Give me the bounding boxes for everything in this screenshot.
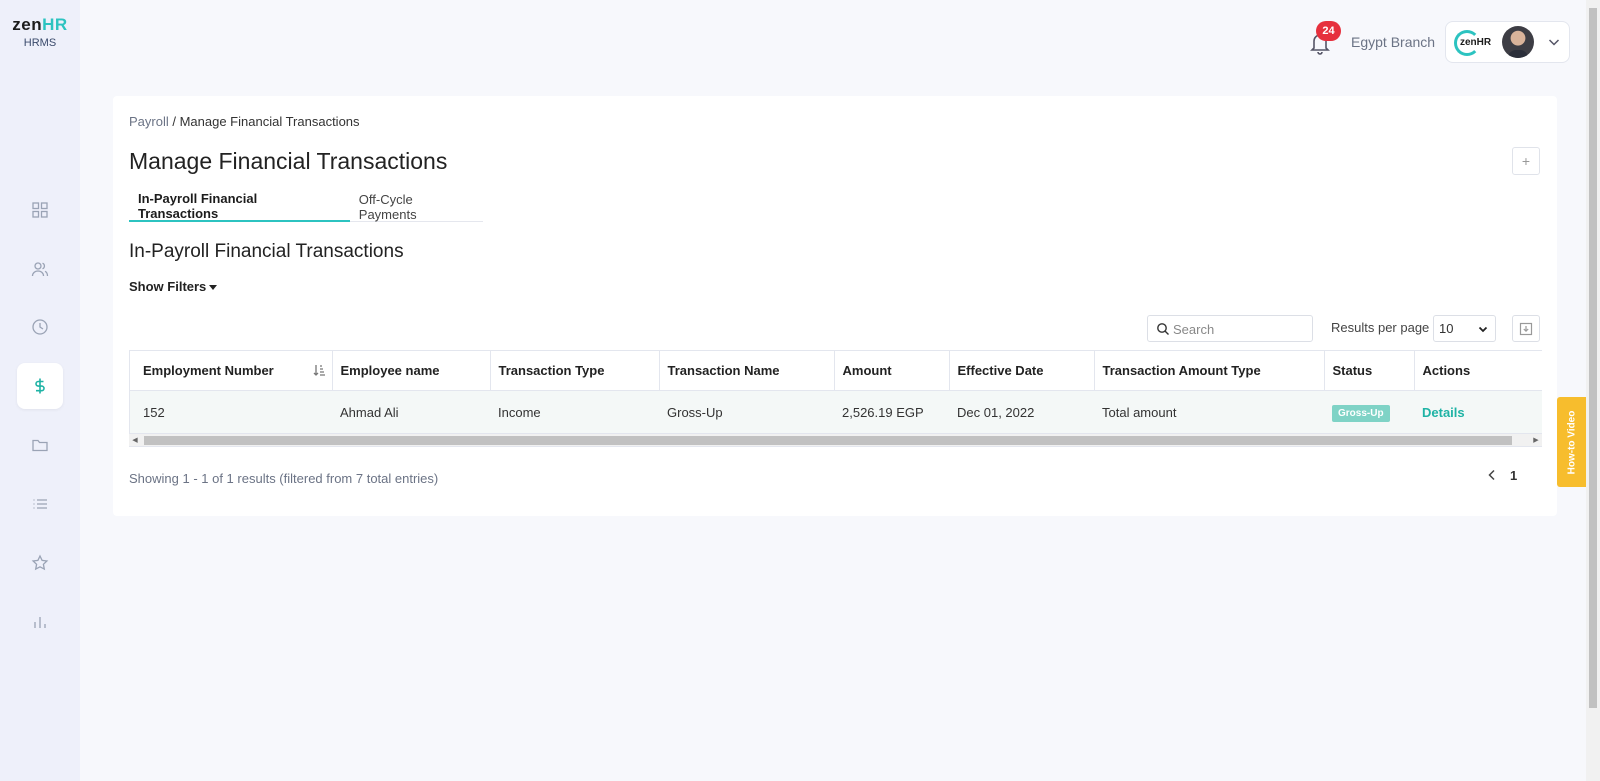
results-per-page-label: Results per page [1331,320,1430,335]
sidebar-item-documents[interactable] [17,422,63,468]
how-to-video-button[interactable]: How-to Video [1557,397,1586,487]
cell-employee-name: Ahmad Ali [332,390,490,435]
export-button[interactable] [1512,315,1540,342]
caret-down-icon [209,285,218,291]
add-transaction-button[interactable]: + [1512,147,1540,175]
tab-off-cycle[interactable]: Off-Cycle Payments [350,192,483,222]
sidebar: zenHR HRMS [0,0,80,781]
column-header[interactable]: Transaction Amount Type [1094,351,1325,391]
tab-in-payroll[interactable]: In-Payroll Financial Transactions [129,191,350,222]
dashboard-icon [32,202,48,218]
show-filters-toggle[interactable]: Show Filters [129,279,218,294]
sidebar-item-favorites[interactable] [17,540,63,586]
scrollbar-thumb[interactable] [1589,8,1597,708]
cell-transaction-type: Income [490,390,659,435]
star-icon [31,554,49,571]
breadcrumb: Payroll / Manage Financial Transactions [129,114,360,129]
dollar-icon [35,378,45,394]
column-header[interactable]: Effective Date [949,351,1095,391]
scroll-left-icon[interactable]: ◀ [131,436,139,445]
column-header[interactable]: Employee name [332,351,491,391]
results-per-page-select[interactable]: 10 [1433,315,1496,342]
sidebar-item-payroll[interactable] [17,363,63,409]
column-header[interactable]: Transaction Name [659,351,835,391]
sidebar-item-reports[interactable] [17,599,63,645]
table-header-row: Employment Number Employee name Transact… [130,351,1542,391]
chevron-left-icon[interactable] [1485,468,1499,482]
plus-icon: + [1521,153,1531,169]
scrollbar-thumb[interactable] [144,436,1512,445]
table-row: 152 Ahmad Ali Income Gross-Up 2,526.19 E… [130,390,1542,435]
sort-icon[interactable] [312,363,326,377]
search-field [1147,315,1313,342]
search-icon [1157,323,1169,335]
section-title: In-Payroll Financial Transactions [129,241,404,262]
scroll-right-icon[interactable]: ▶ [1532,436,1540,445]
clock-icon [32,319,48,335]
search-input[interactable] [1173,319,1308,339]
results-per-page-value: 10 [1439,321,1454,336]
column-header[interactable]: Employment Number [130,351,333,391]
page-title: Manage Financial Transactions [129,148,448,174]
vertical-scrollbar[interactable] [1586,0,1600,781]
download-icon [1519,322,1533,335]
sidebar-item-dashboard[interactable] [17,187,63,233]
chevron-down-icon [1548,39,1560,46]
logo-wordmark: zenHR [12,15,68,34]
breadcrumb-payroll[interactable]: Payroll [129,114,169,129]
cell-actions: Details [1414,390,1542,435]
status-badge: Gross-Up [1332,404,1390,422]
branch-selector[interactable]: Egypt Branch [1351,34,1435,50]
avatar [1502,26,1534,58]
sidebar-item-attendance[interactable] [17,304,63,350]
list-icon [33,499,47,509]
cell-effective-date: Dec 01, 2022 [949,390,1094,435]
horizontal-scrollbar[interactable]: ◀ ▶ [129,433,1542,446]
cell-employment-number: 152 [130,390,332,435]
company-logo: zenHR [1454,30,1492,56]
cell-status: Gross-Up [1324,390,1414,435]
bar-chart-icon [34,617,46,628]
main-card: Payroll / Manage Financial Transactions … [113,96,1557,516]
details-link[interactable]: Details [1422,405,1465,420]
sidebar-item-employees[interactable] [17,246,63,292]
chevron-down-icon [1478,326,1488,333]
logo-subtitle: HRMS [23,37,57,49]
cell-amount: 2,526.19 EGP [834,390,949,435]
sidebar-item-lists[interactable] [17,481,63,527]
column-header[interactable]: Status [1324,351,1415,391]
results-summary: Showing 1 - 1 of 1 results (filtered fro… [129,471,439,486]
column-header: Actions [1414,351,1542,391]
folder-icon [32,439,48,452]
cell-amount-type: Total amount [1094,390,1324,435]
account-menu[interactable]: zenHR [1445,21,1570,63]
breadcrumb-current: Manage Financial Transactions [179,114,360,129]
column-header[interactable]: Amount [834,351,950,391]
people-icon [31,262,49,277]
tabs: In-Payroll Financial Transactions Off-Cy… [129,191,483,222]
notification-count-badge: 24 [1316,21,1341,41]
column-header[interactable]: Transaction Type [490,351,660,391]
pagination-page-1[interactable]: 1 [1510,468,1517,483]
breadcrumb-separator: / [168,114,180,129]
cell-transaction-name: Gross-Up [659,390,834,435]
how-to-video-label: How-to Video [1566,410,1578,474]
app-logo[interactable]: zenHR HRMS [10,15,70,49]
